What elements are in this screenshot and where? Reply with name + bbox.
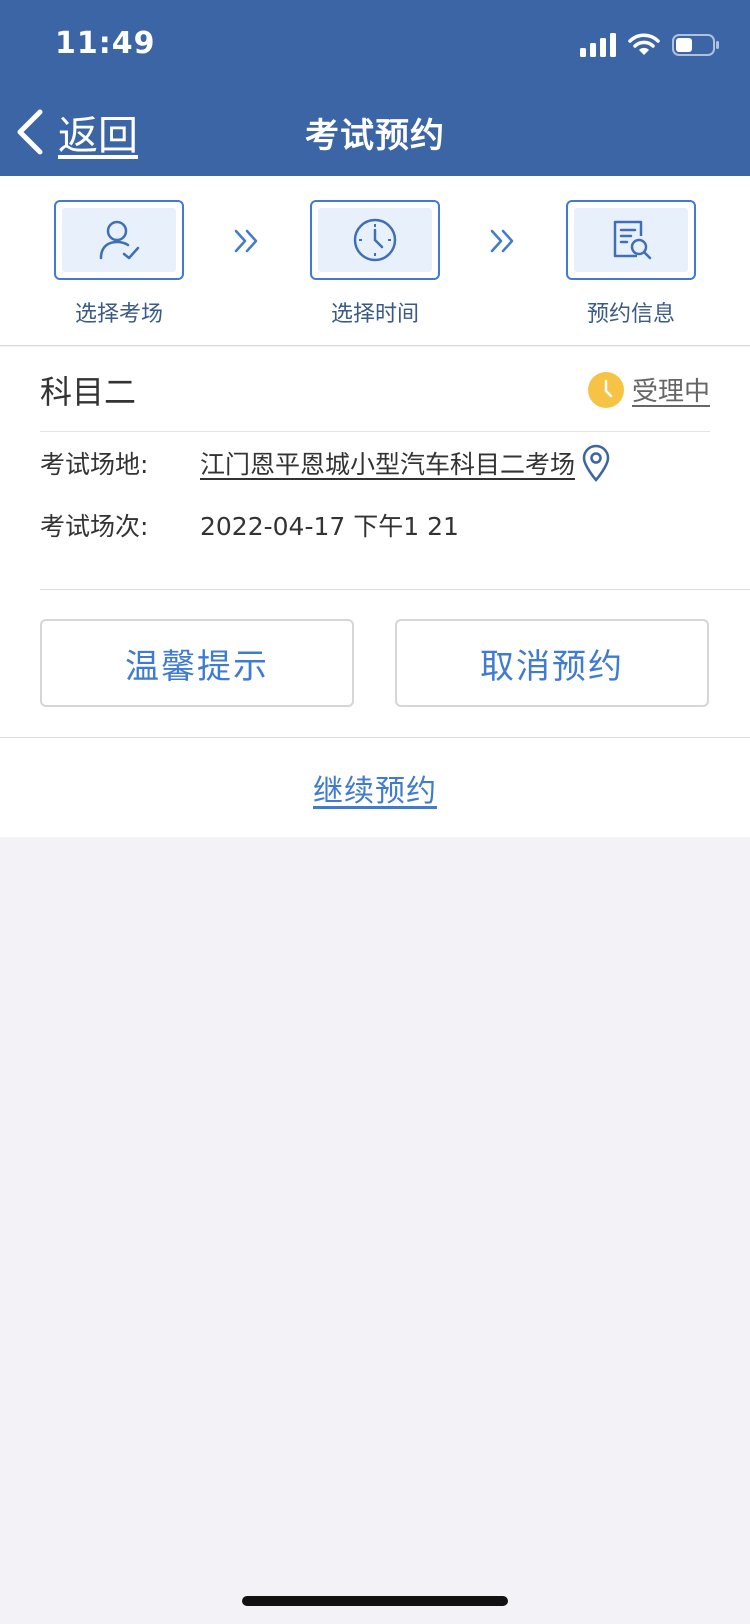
- nav-bar: 返回 考试预约: [0, 88, 750, 176]
- screen: 11:49 返回 考试预约 选择考场 选择时间 预约信息 科目二 受理中 考试场…: [0, 0, 750, 1624]
- step-label: 选择考场: [74, 302, 163, 327]
- status-text: 受理中: [631, 377, 710, 407]
- header: 11:49 返回 考试预约: [0, 0, 750, 176]
- chevron-double-right-icon: [234, 229, 258, 253]
- step-select-venue: 选择考场: [54, 200, 184, 328]
- step-icon-box: [54, 200, 184, 280]
- venue-link[interactable]: 江门恩平恩城小型汽车科目二考场: [200, 445, 575, 481]
- clock-icon: [353, 218, 397, 262]
- user-check-icon: [99, 220, 140, 260]
- venue-row: 考试场地: 江门恩平恩城小型汽车科目二考场: [40, 443, 710, 483]
- card-header: 科目二 受理中: [40, 347, 710, 432]
- tips-button[interactable]: 温馨提示: [40, 619, 354, 707]
- step-progress: 选择考场 选择时间 预约信息: [0, 176, 750, 346]
- status-time: 11:49: [55, 26, 156, 61]
- venue-label: 考试场地:: [40, 450, 149, 479]
- signal-icon: [580, 33, 616, 57]
- status-icons: [580, 30, 720, 60]
- exam-subject: 科目二: [40, 373, 137, 411]
- session-value: 2022-04-17 下午1 21: [200, 512, 459, 541]
- cancel-booking-button[interactable]: 取消预约: [395, 619, 709, 707]
- continue-booking-link[interactable]: 继续预约: [0, 766, 750, 810]
- step-label: 预约信息: [586, 302, 675, 327]
- session-label: 考试场次:: [40, 512, 149, 541]
- step-label: 选择时间: [330, 302, 419, 327]
- status-badge[interactable]: 受理中: [587, 371, 710, 408]
- session-row: 考试场次: 2022-04-17 下午1 21: [40, 505, 710, 545]
- step-icon-box: [310, 200, 440, 280]
- step-booking-info: 预约信息: [566, 200, 696, 328]
- clock-status-icon: [587, 371, 624, 408]
- document-search-icon: [613, 220, 652, 260]
- battery-icon: [672, 34, 719, 56]
- home-indicator[interactable]: [242, 1596, 508, 1606]
- page-title: 考试预约: [305, 116, 445, 156]
- step-select-time: 选择时间: [310, 200, 440, 328]
- divider: [40, 589, 750, 590]
- chevron-double-right-icon: [490, 229, 514, 253]
- location-pin-icon[interactable]: [581, 444, 611, 482]
- continue-section: 继续预约: [0, 737, 750, 837]
- wifi-icon: [628, 33, 660, 55]
- status-bar: 11:49: [0, 0, 750, 88]
- step-icon-box: [566, 200, 696, 280]
- booking-card: 科目二 受理中 考试场地: 江门恩平恩城小型汽车科目二考场 考试场次: 2022…: [0, 347, 750, 737]
